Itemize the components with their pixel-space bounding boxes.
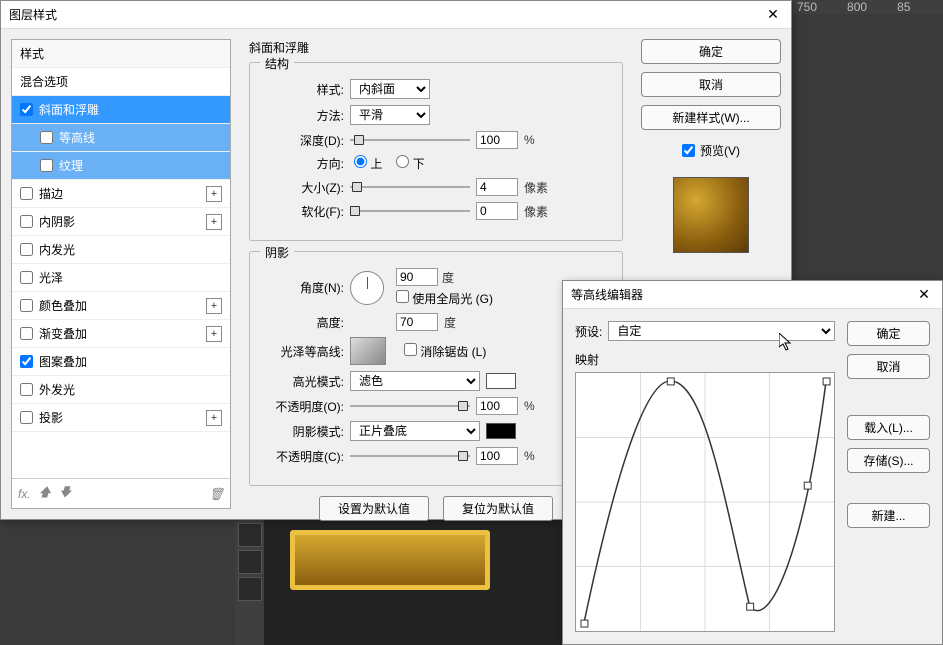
ruler: 75080085	[793, 0, 943, 14]
altitude-input[interactable]	[396, 313, 438, 331]
preset-label: 预设:	[575, 323, 602, 340]
pattern-overlay-row[interactable]: 图案叠加	[12, 348, 230, 376]
style-list: 样式 混合选项 斜面和浮雕 等高线 纹理 描边+ 内阴影+ 内发光 光泽 颜色叠…	[11, 39, 231, 509]
blend-options[interactable]: 混合选项	[12, 68, 230, 96]
outer-glow-row[interactable]: 外发光	[12, 376, 230, 404]
bevel-row[interactable]: 斜面和浮雕	[12, 96, 230, 124]
close-icon[interactable]: ✕	[763, 5, 783, 25]
add-icon[interactable]: +	[206, 410, 222, 426]
style-footer: fx. 🡅 🡇 🗑	[12, 478, 230, 508]
down-arrow-icon[interactable]: 🡇	[59, 483, 71, 504]
pattern-overlay-check[interactable]	[20, 355, 33, 368]
inner-shadow-check[interactable]	[20, 215, 33, 228]
preview-check[interactable]	[682, 144, 695, 157]
contour-check[interactable]	[40, 131, 53, 144]
tool-icon[interactable]	[238, 577, 262, 601]
satin-row[interactable]: 光泽	[12, 264, 230, 292]
highlight-color[interactable]	[486, 373, 516, 389]
highlight-opacity-slider[interactable]	[350, 399, 470, 413]
inner-glow-check[interactable]	[20, 243, 33, 256]
styles-header[interactable]: 样式	[12, 40, 230, 68]
reset-default-button[interactable]: 复位为默认值	[443, 496, 553, 521]
texture-check[interactable]	[40, 159, 53, 172]
drop-shadow-row[interactable]: 投影+	[12, 404, 230, 432]
contour-title-bar[interactable]: 等高线编辑器 ✕	[563, 281, 942, 309]
dir-up[interactable]: 上	[354, 155, 382, 172]
up-arrow-icon[interactable]: 🡅	[39, 483, 51, 504]
fx-icon[interactable]: fx.	[18, 487, 31, 501]
contour-cancel-button[interactable]: 取消	[847, 354, 930, 379]
contour-ok-button[interactable]: 确定	[847, 321, 930, 346]
section-title: 斜面和浮雕	[249, 39, 623, 56]
angle-input[interactable]	[396, 268, 438, 286]
add-icon[interactable]: +	[206, 186, 222, 202]
add-icon[interactable]: +	[206, 326, 222, 342]
stroke-row[interactable]: 描边+	[12, 180, 230, 208]
preview-thumbnail	[673, 177, 749, 253]
contour-title: 等高线编辑器	[571, 286, 914, 303]
color-overlay-row[interactable]: 颜色叠加+	[12, 292, 230, 320]
inner-glow-row[interactable]: 内发光	[12, 236, 230, 264]
shadow-opacity-slider[interactable]	[350, 449, 470, 463]
highlight-opacity-input[interactable]	[476, 397, 518, 415]
method-select[interactable]: 平滑	[350, 105, 430, 125]
drop-shadow-check[interactable]	[20, 411, 33, 424]
satin-check[interactable]	[20, 271, 33, 284]
trash-icon[interactable]: 🗑	[209, 487, 224, 501]
preset-select[interactable]: 自定	[608, 321, 835, 341]
dir-down[interactable]: 下	[396, 155, 424, 172]
ok-button[interactable]: 确定	[641, 39, 781, 64]
depth-slider[interactable]	[350, 133, 470, 147]
canvas-shape	[290, 530, 490, 590]
contour-row[interactable]: 等高线	[12, 124, 230, 152]
texture-row[interactable]: 纹理	[12, 152, 230, 180]
tool-icon[interactable]	[238, 550, 262, 574]
soften-slider[interactable]	[350, 204, 470, 218]
shadow-opacity-input[interactable]	[476, 447, 518, 465]
shadow-color[interactable]	[486, 423, 516, 439]
bevel-check[interactable]	[20, 103, 33, 116]
add-icon[interactable]: +	[206, 214, 222, 230]
mapping-label: 映射	[575, 351, 835, 368]
cancel-button[interactable]: 取消	[641, 72, 781, 97]
make-default-button[interactable]: 设置为默认值	[319, 496, 429, 521]
dialog-title: 图层样式	[9, 6, 763, 23]
add-icon[interactable]: +	[206, 298, 222, 314]
curve-canvas[interactable]	[575, 372, 835, 632]
depth-input[interactable]	[476, 131, 518, 149]
close-icon[interactable]: ✕	[914, 285, 934, 305]
gradient-overlay-row[interactable]: 渐变叠加+	[12, 320, 230, 348]
size-slider[interactable]	[350, 180, 470, 194]
inner-shadow-row[interactable]: 内阴影+	[12, 208, 230, 236]
contour-editor-dialog: 等高线编辑器 ✕ 预设: 自定 映射	[562, 280, 943, 645]
gradient-overlay-check[interactable]	[20, 327, 33, 340]
structure-group: 结构 样式:内斜面 方法:平滑 深度(D):% 方向: 上 下 大小(Z):像素…	[249, 62, 623, 241]
antialias-check[interactable]: 消除锯齿 (L)	[404, 343, 486, 360]
ps-tools	[235, 520, 265, 645]
title-bar[interactable]: 图层样式 ✕	[1, 1, 791, 29]
highlight-mode-select[interactable]: 滤色	[350, 371, 480, 391]
style-select[interactable]: 内斜面	[350, 79, 430, 99]
tool-swatch[interactable]	[238, 523, 262, 547]
soften-input[interactable]	[476, 202, 518, 220]
size-input[interactable]	[476, 178, 518, 196]
new-button[interactable]: 新建...	[847, 503, 930, 528]
global-light-check[interactable]: 使用全局光 (G)	[396, 290, 493, 307]
gloss-contour-picker[interactable]	[350, 337, 386, 365]
stroke-check[interactable]	[20, 187, 33, 200]
angle-dial[interactable]	[350, 271, 384, 305]
save-button[interactable]: 存储(S)...	[847, 448, 930, 473]
new-style-button[interactable]: 新建样式(W)...	[641, 105, 781, 130]
color-overlay-check[interactable]	[20, 299, 33, 312]
load-button[interactable]: 载入(L)...	[847, 415, 930, 440]
shadow-mode-select[interactable]: 正片叠底	[350, 421, 480, 441]
outer-glow-check[interactable]	[20, 383, 33, 396]
